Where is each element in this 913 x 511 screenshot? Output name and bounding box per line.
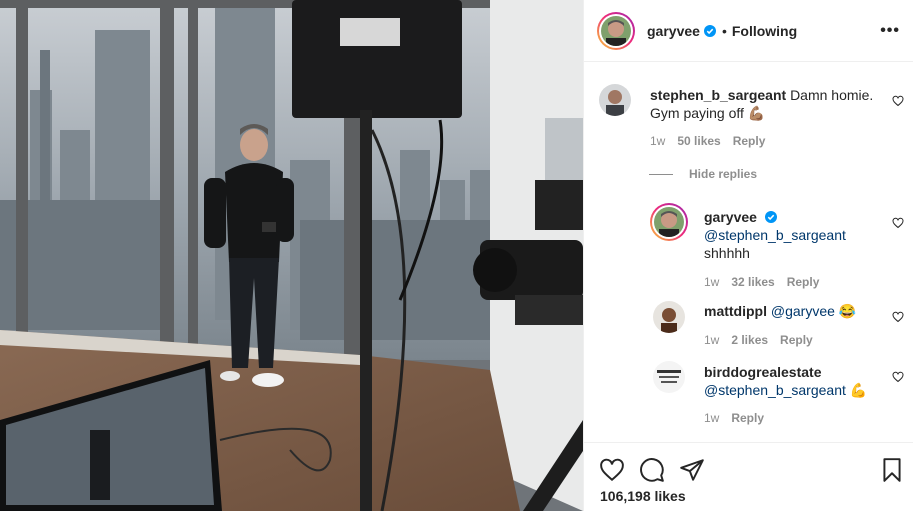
reply-mention[interactable]: @stephen_b_sargeant [704, 227, 846, 243]
comment-age[interactable]: 1w [650, 134, 665, 148]
bookmark-icon[interactable] [879, 457, 905, 483]
reply-mention[interactable]: @garyvee [771, 303, 835, 319]
reply-button[interactable]: Reply [731, 411, 764, 425]
heart-icon[interactable] [599, 457, 625, 483]
reply-button[interactable]: Reply [780, 333, 813, 347]
comment-meta: 1w 50 likes Reply [650, 134, 765, 148]
heart-icon[interactable] [892, 95, 904, 107]
reply-likes[interactable]: 2 likes [731, 333, 768, 347]
author-username[interactable]: garyvee [647, 23, 700, 39]
reply-meta: 1w Reply [704, 411, 764, 425]
following-button[interactable]: Following [732, 23, 797, 39]
reply-body: garyvee @stephen_b_sargeant shhhhh [704, 208, 884, 262]
heart-icon[interactable] [892, 371, 904, 383]
hide-replies-button[interactable]: Hide replies [649, 167, 757, 181]
post-photo[interactable] [0, 0, 583, 511]
share-icon[interactable] [679, 457, 705, 483]
reply-avatar[interactable] [653, 301, 685, 333]
reply-button[interactable]: Reply [787, 275, 820, 289]
avatar-image [601, 15, 631, 46]
comment-likes[interactable]: 50 likes [677, 134, 720, 148]
heart-icon[interactable] [892, 217, 904, 229]
commenter-avatar[interactable] [599, 84, 631, 116]
reply-avatar[interactable] [653, 361, 685, 393]
reply-meta: 1w 2 likes Reply [704, 333, 813, 347]
more-icon[interactable]: ••• [880, 22, 900, 40]
verified-icon [764, 211, 777, 223]
reply-meta: 1w 32 likes Reply [704, 275, 819, 289]
reply-username[interactable]: birddogrealestate [704, 364, 821, 380]
reply-age[interactable]: 1w [704, 411, 719, 425]
reply-text: shhhhh [704, 245, 750, 261]
post-sidebar: garyvee • Following ••• stephen_b_sargea… [583, 0, 913, 511]
reply-body: birddogrealestate @stephen_b_sargeant 💪 [704, 363, 894, 399]
reply-button[interactable]: Reply [733, 134, 766, 148]
reply-username[interactable]: garyvee [704, 209, 757, 225]
reply-text: 💪 [849, 382, 868, 398]
comment-body: stephen_b_sargeant Damn homie. Gym payin… [650, 86, 880, 122]
likes-count[interactable]: 106,198 likes [600, 488, 686, 504]
separator-dot: • [721, 22, 727, 39]
reply-age[interactable]: 1w [704, 333, 719, 347]
reply-age[interactable]: 1w [704, 275, 719, 289]
reply-likes[interactable]: 32 likes [731, 275, 774, 289]
post-header: garyvee • Following ••• [584, 0, 913, 62]
reply-text: 😂 [838, 303, 857, 319]
office-photo-illustration [0, 0, 583, 511]
reply-username[interactable]: mattdippl [704, 303, 767, 319]
comment-username[interactable]: stephen_b_sargeant [650, 87, 786, 103]
heart-icon[interactable] [892, 311, 904, 323]
reply-mention[interactable]: @stephen_b_sargeant [704, 382, 846, 398]
hide-replies-label: Hide replies [689, 167, 758, 181]
author-avatar[interactable] [597, 11, 635, 50]
reply-avatar[interactable] [650, 203, 688, 241]
hide-replies-line [649, 173, 673, 175]
verified-icon [703, 24, 716, 37]
comment-icon[interactable] [639, 457, 665, 483]
reply-body: mattdippl @garyvee 😂 [704, 302, 894, 320]
